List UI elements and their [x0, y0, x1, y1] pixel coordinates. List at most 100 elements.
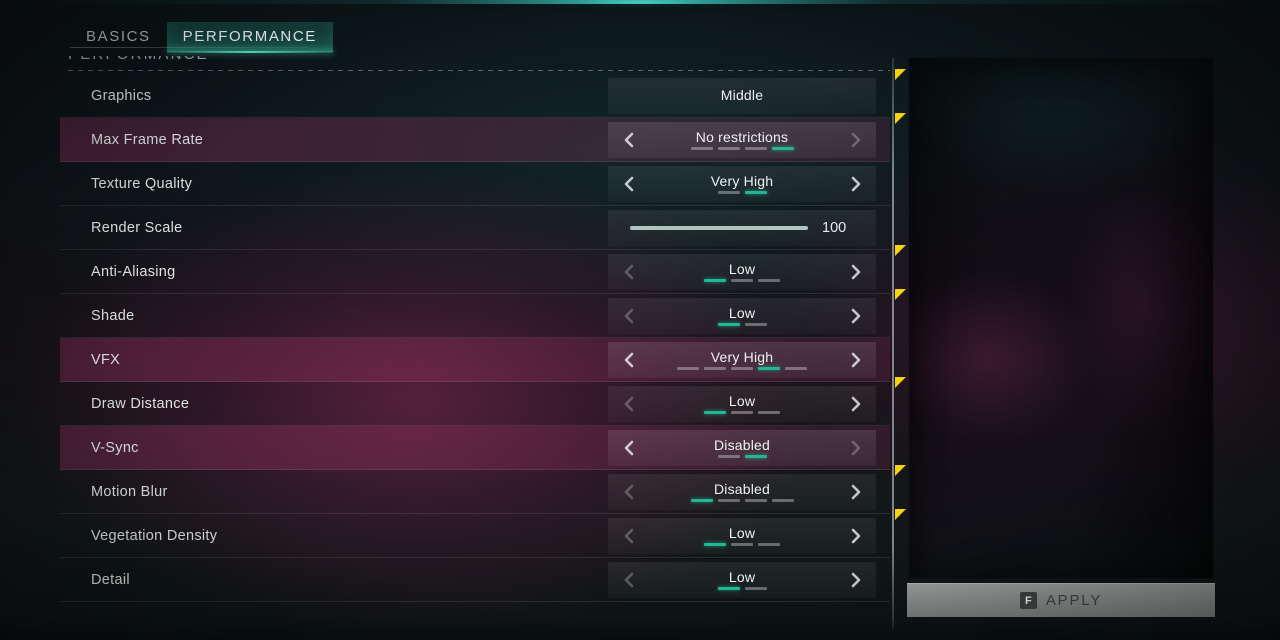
level-segment: [744, 322, 767, 326]
level-segment: [717, 454, 740, 458]
chevron-left-icon[interactable]: [612, 518, 646, 554]
setting-value: Disabled: [713, 480, 771, 497]
apply-key-badge: F: [1019, 592, 1037, 609]
chevron-left-icon[interactable]: [612, 562, 646, 598]
chevron-left-icon[interactable]: [612, 298, 646, 334]
slider-fill: [630, 225, 808, 230]
level-segment: [731, 542, 753, 546]
chevron-left-icon[interactable]: [612, 474, 646, 510]
setting-value: Disabled: [713, 436, 771, 453]
chevron-left-icon[interactable]: [612, 166, 646, 202]
setting-control[interactable]: No restrictions: [608, 121, 876, 158]
level-segment: [717, 190, 740, 194]
chevron-left-icon[interactable]: [612, 430, 646, 466]
setting-label: Vegetation Density: [91, 527, 218, 544]
setting-value: Very High: [710, 348, 774, 365]
section-header: PERFORMANCE: [68, 56, 888, 70]
value-container: Middle: [657, 88, 827, 103]
chevron-right-icon[interactable]: [838, 386, 872, 422]
changed-marker-icon: [895, 245, 906, 256]
setting-control[interactable]: Disabled: [608, 473, 876, 510]
setting-control[interactable]: Low: [608, 297, 876, 334]
level-indicator: [690, 146, 794, 150]
settings-row[interactable]: Shade Low: [60, 289, 906, 338]
setting-control[interactable]: Very High: [608, 341, 876, 378]
chevron-right-icon[interactable]: [838, 166, 872, 202]
level-segment: [704, 542, 726, 546]
changed-marker-icon: [895, 113, 906, 124]
chevron-left-icon[interactable]: [612, 254, 646, 290]
settings-row[interactable]: V-Sync Disabled: [60, 426, 890, 470]
level-segment: [744, 454, 767, 458]
level-segment: [717, 586, 740, 590]
apply-button[interactable]: F APPLY: [907, 583, 1215, 617]
setting-control[interactable]: Middle: [608, 77, 876, 114]
level-segment: [771, 146, 794, 150]
level-indicator: [717, 586, 767, 590]
settings-row[interactable]: VFX Very High: [60, 338, 890, 382]
level-segment: [731, 410, 753, 414]
changed-marker-icon: [895, 509, 906, 520]
setting-control[interactable]: Low: [608, 561, 876, 598]
settings-list: Graphics Middle Max Frame Rate No restricti…: [60, 69, 906, 634]
level-segment: [758, 366, 780, 370]
chevron-right-icon[interactable]: [838, 122, 872, 158]
chevron-right-icon[interactable]: [838, 562, 872, 598]
chevron-right-icon[interactable]: [838, 298, 872, 334]
slider-value: 100: [822, 219, 847, 236]
section-divider: [68, 70, 890, 71]
setting-label: V-Sync: [91, 439, 139, 456]
level-indicator: [704, 410, 780, 414]
value-container: Low: [657, 261, 827, 282]
level-indicator: [717, 454, 767, 458]
settings-row[interactable]: Graphics Middle: [60, 69, 906, 118]
chevron-right-icon[interactable]: [838, 518, 872, 554]
setting-control[interactable]: Low: [608, 385, 876, 422]
settings-row[interactable]: Motion Blur Disabled: [60, 465, 906, 514]
slider-track[interactable]: [630, 225, 808, 230]
level-segment: [717, 322, 740, 326]
settings-row[interactable]: Detail Low: [60, 558, 890, 602]
setting-label: Texture Quality: [91, 175, 193, 192]
chevron-right-icon[interactable]: [838, 474, 872, 510]
settings-row[interactable]: Max Frame Rate No restrictions: [60, 113, 906, 162]
value-container: Disabled: [657, 436, 827, 458]
settings-row[interactable]: Anti-Aliasing Low: [60, 245, 906, 294]
setting-control[interactable]: Very High: [608, 165, 876, 202]
level-segment: [785, 366, 807, 370]
value-container: No restrictions: [657, 128, 827, 150]
chevron-left-icon[interactable]: [612, 386, 646, 422]
level-segment: [717, 146, 740, 150]
setting-label: Motion Blur: [91, 483, 168, 500]
setting-value: No restrictions: [695, 128, 789, 145]
setting-control[interactable]: Low: [608, 253, 876, 290]
level-segment: [690, 146, 713, 150]
level-segment: [771, 498, 794, 502]
value-container: Very High: [657, 173, 827, 194]
chevron-right-icon[interactable]: [838, 430, 872, 466]
settings-row[interactable]: Vegetation Density Low: [60, 509, 906, 558]
setting-label: Detail: [91, 571, 130, 588]
section-title: PERFORMANCE: [68, 56, 209, 63]
setting-control[interactable]: Disabled: [608, 429, 876, 466]
level-segment: [731, 366, 753, 370]
setting-label: Graphics: [91, 87, 152, 104]
chevron-right-icon[interactable]: [838, 254, 872, 290]
top-shadow-band: [0, 4, 1280, 11]
level-segment: [744, 190, 767, 194]
settings-row[interactable]: Draw Distance Low: [60, 377, 906, 426]
level-indicator: [717, 322, 767, 326]
setting-label: Shade: [91, 307, 135, 324]
value-container: Low: [657, 569, 827, 590]
level-indicator: [717, 190, 767, 194]
settings-row[interactable]: Render Scale 100: [60, 206, 890, 250]
settings-row[interactable]: Texture Quality Very High: [60, 162, 890, 206]
chevron-right-icon[interactable]: [838, 342, 872, 378]
level-indicator: [690, 498, 794, 502]
setting-control[interactable]: Low: [608, 517, 876, 554]
setting-label: Render Scale: [91, 219, 183, 236]
chevron-left-icon[interactable]: [612, 342, 646, 378]
setting-control[interactable]: 100: [608, 209, 876, 246]
level-segment: [744, 498, 767, 502]
chevron-left-icon[interactable]: [612, 122, 646, 158]
